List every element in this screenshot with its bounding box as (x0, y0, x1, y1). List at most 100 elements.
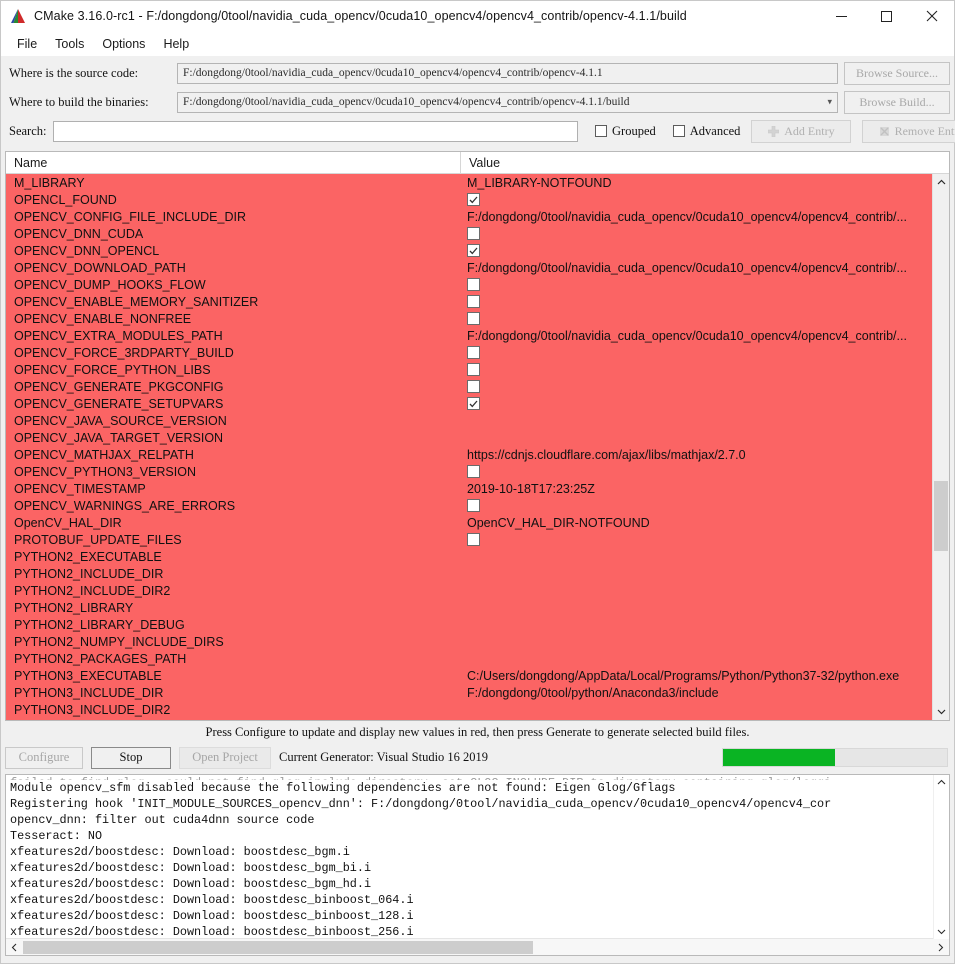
table-row[interactable]: PYTHON3_EXECUTABLE C:/Users/dongdong/AppD… (6, 667, 949, 684)
table-row[interactable]: M_LIBRARY M_LIBRARY-NOTFOUND (6, 174, 949, 191)
build-path-input[interactable]: F:/dongdong/0tool/navidia_cuda_opencv/0c… (177, 91, 838, 113)
table-row[interactable]: PYTHON2_EXECUTABLE (6, 548, 949, 565)
cache-entry-checkbox[interactable] (467, 295, 480, 308)
cache-entry-value[interactable] (461, 346, 949, 359)
cache-entry-value[interactable] (461, 363, 949, 376)
menu-item-tools[interactable]: Tools (46, 35, 93, 53)
table-row[interactable]: OPENCV_ENABLE_NONFREE (6, 310, 949, 327)
table-row[interactable]: OPENCV_FORCE_3RDPARTY_BUILD (6, 344, 949, 361)
cache-entry-checkbox[interactable] (467, 227, 480, 240)
table-row[interactable]: OPENCV_GENERATE_SETUPVARS (6, 395, 949, 412)
table-row[interactable]: OPENCV_TIMESTAMP 2019-10-18T17:23:25Z (6, 480, 949, 497)
chevron-right-icon[interactable] (932, 943, 949, 952)
cache-entry-checkbox[interactable] (467, 397, 480, 410)
cache-entry-value[interactable] (461, 227, 949, 240)
cache-entry-checkbox[interactable] (467, 312, 480, 325)
source-path-input[interactable]: F:/dongdong/0tool/navidia_cuda_opencv/0c… (177, 62, 838, 84)
table-row[interactable]: OPENCV_DUMP_HOOKS_FLOW (6, 276, 949, 293)
cache-table-scrollbar[interactable] (932, 174, 949, 720)
table-row[interactable]: PYTHON3_INCLUDE_DIR2 (6, 701, 949, 718)
cache-entry-value[interactable] (461, 295, 949, 308)
cache-entry-value[interactable]: F:/dongdong/0tool/navidia_cuda_opencv/0c… (461, 261, 949, 275)
table-row[interactable]: PYTHON3_INCLUDE_DIR F:/dongdong/0tool/pyt… (6, 684, 949, 701)
advanced-checkbox-box[interactable] (672, 125, 685, 137)
column-header-value[interactable]: Value (461, 152, 949, 173)
cache-entry-value[interactable]: https://cdnjs.cloudflare.com/ajax/libs/m… (461, 448, 949, 462)
minimize-icon[interactable] (819, 1, 864, 32)
grouped-checkbox-box[interactable] (595, 125, 607, 137)
table-row[interactable]: OPENCV_PYTHON3_VERSION (6, 463, 949, 480)
add-entry-button[interactable]: Add Entry (751, 119, 852, 143)
chevron-up-icon[interactable] (934, 775, 949, 790)
grouped-checkbox[interactable]: Grouped (595, 124, 656, 139)
browse-build-button[interactable]: Browse Build... (844, 90, 950, 114)
maximize-icon[interactable] (864, 1, 909, 32)
table-row[interactable]: PROTOBUF_UPDATE_FILES (6, 531, 949, 548)
cache-entry-value[interactable]: C:/Users/dongdong/AppData/Local/Programs… (461, 669, 949, 683)
table-row[interactable]: OPENCL_FOUND (6, 191, 949, 208)
console-log[interactable]: failed to find glog - could not find glo… (6, 775, 949, 938)
cache-entry-value[interactable]: F:/dongdong/0tool/navidia_cuda_opencv/0c… (461, 329, 949, 343)
column-header-name[interactable]: Name (6, 152, 461, 173)
cache-entry-value[interactable] (461, 533, 949, 546)
table-row[interactable]: PYTHON2_LIBRARY_DEBUG (6, 616, 949, 633)
remove-entry-button[interactable]: Remove Entry (862, 119, 955, 143)
table-row[interactable]: OPENCV_DNN_CUDA (6, 225, 949, 242)
search-input[interactable] (53, 120, 578, 142)
table-row[interactable]: PYTHON2_NUMPY_INCLUDE_DIRS (6, 633, 949, 650)
console-horizontal-scrollbar[interactable] (6, 938, 949, 955)
cache-entry-checkbox[interactable] (467, 499, 480, 512)
table-row[interactable]: OPENCV_EXTRA_MODULES_PATH F:/dongdong/0to… (6, 327, 949, 344)
browse-source-button[interactable]: Browse Source... (844, 61, 950, 85)
chevron-left-icon[interactable] (6, 943, 23, 952)
cache-entry-value[interactable] (461, 465, 949, 478)
table-row[interactable]: OPENCV_GENERATE_PKGCONFIG (6, 378, 949, 395)
cache-entry-value[interactable]: OpenCV_HAL_DIR-NOTFOUND (461, 516, 949, 530)
cache-entry-checkbox[interactable] (467, 278, 480, 291)
cache-scrollbar-track[interactable] (933, 191, 949, 703)
cache-entry-value[interactable]: F:/dongdong/0tool/navidia_cuda_opencv/0c… (461, 210, 949, 224)
cache-entry-value[interactable] (461, 397, 949, 410)
advanced-checkbox[interactable]: Advanced (672, 124, 740, 139)
cache-scrollbar-thumb[interactable] (934, 481, 948, 551)
table-row[interactable]: OPENCV_DNN_OPENCL (6, 242, 949, 259)
menu-item-options[interactable]: Options (93, 35, 154, 53)
cache-entry-value[interactable]: 2019-10-18T17:23:25Z (461, 482, 949, 496)
cache-entry-value[interactable] (461, 244, 949, 257)
table-row[interactable]: OPENCV_CONFIG_FILE_INCLUDE_DIR F:/dongdon… (6, 208, 949, 225)
table-row[interactable]: OPENCV_WARNINGS_ARE_ERRORS (6, 497, 949, 514)
console-hscroll-thumb[interactable] (23, 940, 533, 954)
cache-entry-checkbox[interactable] (467, 346, 480, 359)
cache-entry-value[interactable]: F:/dongdong/0tool/python/Anaconda3/inclu… (461, 686, 949, 700)
table-row[interactable]: OpenCV_HAL_DIR OpenCV_HAL_DIR-NOTFOUND (6, 514, 949, 531)
cache-entry-value[interactable] (461, 380, 949, 393)
close-icon[interactable] (909, 1, 954, 32)
cache-entry-checkbox[interactable] (467, 380, 480, 393)
table-row[interactable]: PYTHON2_INCLUDE_DIR2 (6, 582, 949, 599)
table-row[interactable]: PYTHON2_LIBRARY (6, 599, 949, 616)
menu-item-file[interactable]: File (8, 35, 46, 53)
table-row[interactable]: OPENCV_JAVA_TARGET_VERSION (6, 429, 949, 446)
chevron-down-icon[interactable] (934, 924, 949, 939)
console-vscroll-track[interactable] (934, 790, 949, 924)
cache-entry-value[interactable] (461, 499, 949, 512)
configure-button[interactable]: Configure (5, 746, 83, 769)
cache-entry-checkbox[interactable] (467, 465, 480, 478)
stop-button[interactable]: Stop (91, 746, 171, 769)
table-row[interactable]: OPENCV_ENABLE_MEMORY_SANITIZER (6, 293, 949, 310)
table-row[interactable]: OPENCV_MATHJAX_RELPATH https://cdnjs.clou… (6, 446, 949, 463)
cache-entry-value[interactable] (461, 278, 949, 291)
cache-entry-checkbox[interactable] (467, 363, 480, 376)
chevron-down-icon[interactable] (933, 703, 949, 720)
cache-entry-checkbox[interactable] (467, 533, 480, 546)
table-row[interactable]: PYTHON2_PACKAGES_PATH (6, 650, 949, 667)
menu-item-help[interactable]: Help (154, 35, 198, 53)
chevron-up-icon[interactable] (933, 174, 949, 191)
table-row[interactable]: OPENCV_JAVA_SOURCE_VERSION (6, 412, 949, 429)
table-row[interactable]: OPENCV_DOWNLOAD_PATH F:/dongdong/0tool/na… (6, 259, 949, 276)
table-row[interactable]: OPENCV_FORCE_PYTHON_LIBS (6, 361, 949, 378)
console-hscroll-track[interactable] (23, 940, 932, 954)
open-project-button[interactable]: Open Project (179, 746, 271, 769)
console-vertical-scrollbar[interactable] (933, 775, 949, 939)
cache-entry-value[interactable] (461, 193, 949, 206)
